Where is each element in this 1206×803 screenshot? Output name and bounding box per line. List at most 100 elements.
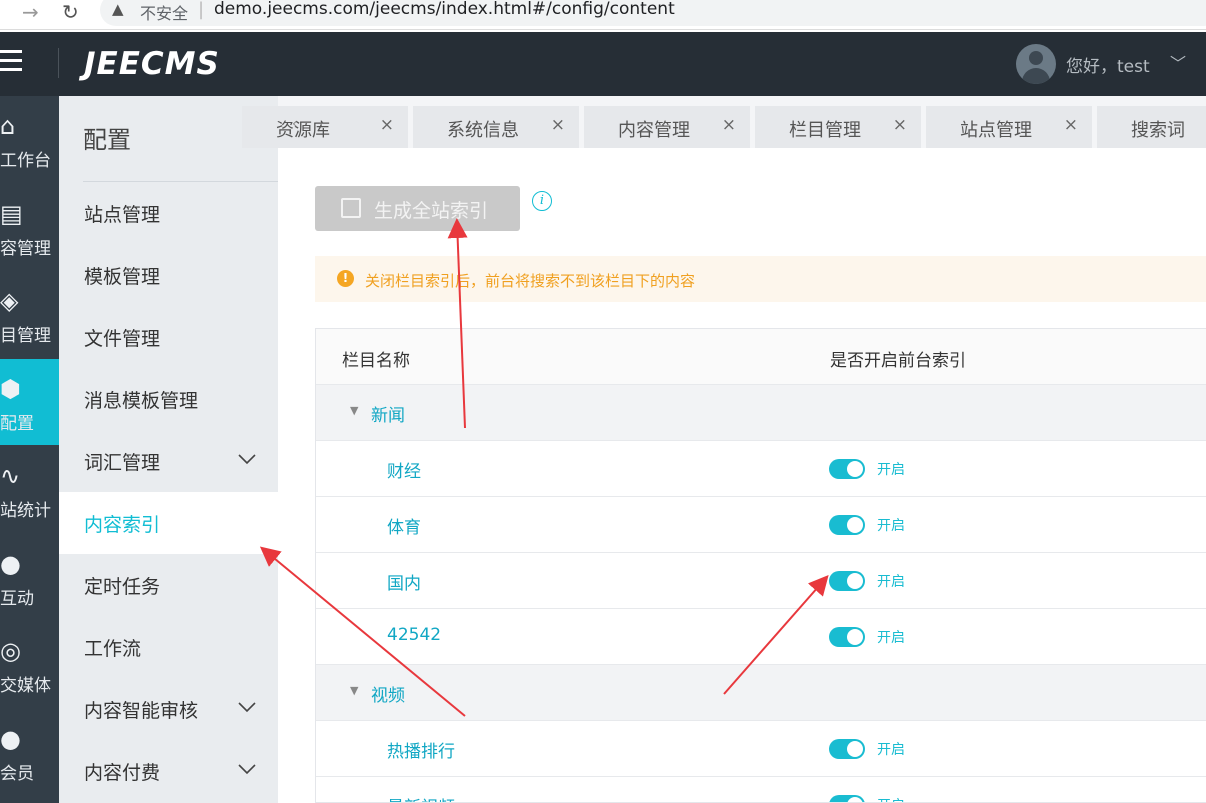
close-icon[interactable]: × — [1064, 115, 1078, 135]
caret-down-icon[interactable]: ▼ — [350, 404, 358, 417]
tab-5[interactable]: 搜索词× — [1097, 106, 1206, 148]
column-name[interactable]: 最新视频 — [387, 793, 455, 802]
avatar[interactable] — [1016, 44, 1056, 84]
tab-label: 搜索词 — [1131, 120, 1185, 141]
toggle-status-label: 开启 — [877, 742, 905, 758]
index-toggle[interactable] — [829, 627, 865, 647]
warning-icon[interactable]: ▲ — [112, 0, 124, 18]
tab-1[interactable]: 系统信息 × — [413, 106, 579, 148]
submenu-item-label: 内容智能审核 — [84, 700, 199, 722]
table-row: 财经 开启 — [316, 441, 1206, 497]
warning-alert: ! 关闭栏目索引后，前台将搜索不到该栏目下的内容 — [315, 256, 1206, 302]
submenu-item-label: 工作流 — [84, 638, 142, 660]
submenu-item-7[interactable]: 工作流 — [59, 616, 278, 678]
rail-item-5[interactable]: ● 互动 — [0, 534, 59, 620]
close-icon[interactable]: × — [893, 115, 907, 135]
toggle-knob — [847, 573, 863, 589]
document-icon: ▤ — [0, 199, 23, 228]
close-icon[interactable]: × — [551, 115, 565, 135]
chevron-left-icon[interactable]: ‹ — [292, 116, 298, 132]
submenu-item-6[interactable]: 定时任务 — [59, 554, 278, 616]
caret-down-icon[interactable]: ▼ — [350, 684, 358, 697]
tab-label: 内容管理 — [618, 120, 690, 141]
home-icon: ⌂ — [0, 112, 16, 140]
submenu-item-2[interactable]: 文件管理 — [59, 306, 278, 368]
tab-2[interactable]: 内容管理 × — [584, 106, 750, 148]
submenu-item-5[interactable]: 内容索引 — [59, 492, 278, 554]
submenu-item-label: 定时任务 — [84, 576, 161, 598]
rail-item-2[interactable]: ◈ 目管理 — [0, 271, 59, 357]
column-name[interactable]: 国内 — [387, 569, 421, 594]
index-toggle[interactable] — [829, 739, 865, 759]
generate-index-button[interactable]: 生成全站索引 — [315, 186, 520, 231]
tab-label: 系统信息 — [447, 120, 519, 141]
header-divider — [58, 48, 59, 78]
toggle-status-label: 开启 — [877, 574, 905, 590]
tabs-bar: 搜索词× 站点管理 × 栏目管理 × 内容管理 × 系统信息 × 资源库 × ‹ — [242, 96, 1206, 148]
toggle-status-label: 开启 — [877, 462, 905, 478]
insecure-label: 不安全 — [140, 4, 189, 23]
toggle-status-label: 开启 — [877, 630, 905, 646]
arrow-left-icon[interactable]: → — [22, 0, 39, 24]
table-row: 最新视频 开启 — [316, 777, 1206, 802]
url-text[interactable]: demo.jeecms.com/jeecms/index.html#/confi… — [214, 0, 675, 19]
url-divider: | — [198, 0, 205, 20]
user-greeting[interactable]: 您好，test — [1066, 52, 1150, 77]
chevron-down-icon — [238, 696, 256, 713]
rail-item-label: 容管理 — [0, 238, 51, 259]
rail-item-1[interactable]: ▤ 容管理 — [0, 184, 59, 270]
chat-icon: ● — [0, 549, 21, 578]
tab-label: 栏目管理 — [789, 120, 861, 141]
index-toggle[interactable] — [829, 795, 865, 802]
submenu-item-label: 模板管理 — [84, 266, 161, 288]
index-toggle[interactable] — [829, 571, 865, 591]
submenu-item-9[interactable]: 内容付费 — [59, 740, 278, 802]
column-name[interactable]: 42542 — [387, 625, 441, 645]
submenu-item-label: 词汇管理 — [84, 452, 161, 474]
toggle-status-label: 开启 — [877, 795, 905, 802]
reload-icon[interactable]: ↻ — [62, 0, 79, 24]
generate-index-label: 生成全站索引 — [374, 200, 489, 222]
toggle-status-label: 开启 — [877, 518, 905, 534]
column-name[interactable]: 财经 — [387, 457, 421, 482]
calendar-check-icon — [341, 198, 361, 218]
rail-item-3[interactable]: ⬢ 配置 — [0, 358, 59, 445]
hamburger-menu-icon[interactable] — [0, 50, 24, 72]
rail-item-0[interactable]: ⌂ 工作台 — [0, 96, 59, 182]
info-icon[interactable]: i — [532, 191, 552, 211]
close-icon[interactable]: × — [722, 115, 736, 135]
rail-item-4[interactable]: ∿ 站统计 — [0, 446, 59, 532]
column-name[interactable]: 体育 — [387, 513, 421, 538]
rail-item-label: 交媒体 — [0, 676, 51, 696]
close-icon[interactable]: × — [380, 115, 394, 135]
submenu-item-0[interactable]: 站点管理 — [59, 182, 278, 244]
column-name[interactable]: 热播排行 — [387, 737, 455, 762]
table-group-row: ▼ 新闻 — [316, 385, 1206, 441]
chevron-down-icon[interactable]: ﹀ — [1170, 50, 1186, 74]
rail-item-label: 站统计 — [0, 501, 51, 521]
submenu-item-8[interactable]: 内容智能审核 — [59, 678, 278, 740]
tab-label: 站点管理 — [960, 120, 1032, 141]
cube-icon: ⬢ — [0, 374, 21, 403]
tab-0[interactable]: 资源库 × — [242, 106, 408, 148]
index-toggle[interactable] — [829, 459, 865, 479]
submenu-item-label: 站点管理 — [84, 204, 161, 226]
column-header-name: 栏目名称 — [342, 351, 410, 371]
rail-item-label: 互动 — [0, 588, 34, 609]
tab-4[interactable]: 站点管理 × — [926, 106, 1092, 148]
member-icon: ● — [0, 724, 21, 753]
submenu-item-4[interactable]: 词汇管理 — [59, 430, 278, 492]
submenu-item-label: 消息模板管理 — [84, 390, 199, 412]
group-name[interactable]: 新闻 — [371, 401, 405, 426]
alert-text: 关闭栏目索引后，前台将搜索不到该栏目下的内容 — [365, 272, 696, 290]
browser-toolbar: → ↻ ▲ 不安全 | demo.jeecms.com/jeecms/index… — [0, 0, 1206, 30]
rail-item-7[interactable]: ● 会员 — [0, 709, 59, 795]
submenu-item-3[interactable]: 消息模板管理 — [59, 368, 278, 430]
tab-3[interactable]: 栏目管理 × — [755, 106, 921, 148]
group-name[interactable]: 视频 — [371, 681, 405, 706]
submenu-item-1[interactable]: 模板管理 — [59, 244, 278, 306]
chart-icon: ∿ — [0, 462, 21, 490]
rail-item-6[interactable]: ◎ 交媒体 — [0, 621, 59, 707]
index-toggle[interactable] — [829, 515, 865, 535]
table-header-row: 栏目名称 是否开启前台索引 — [316, 329, 1206, 385]
